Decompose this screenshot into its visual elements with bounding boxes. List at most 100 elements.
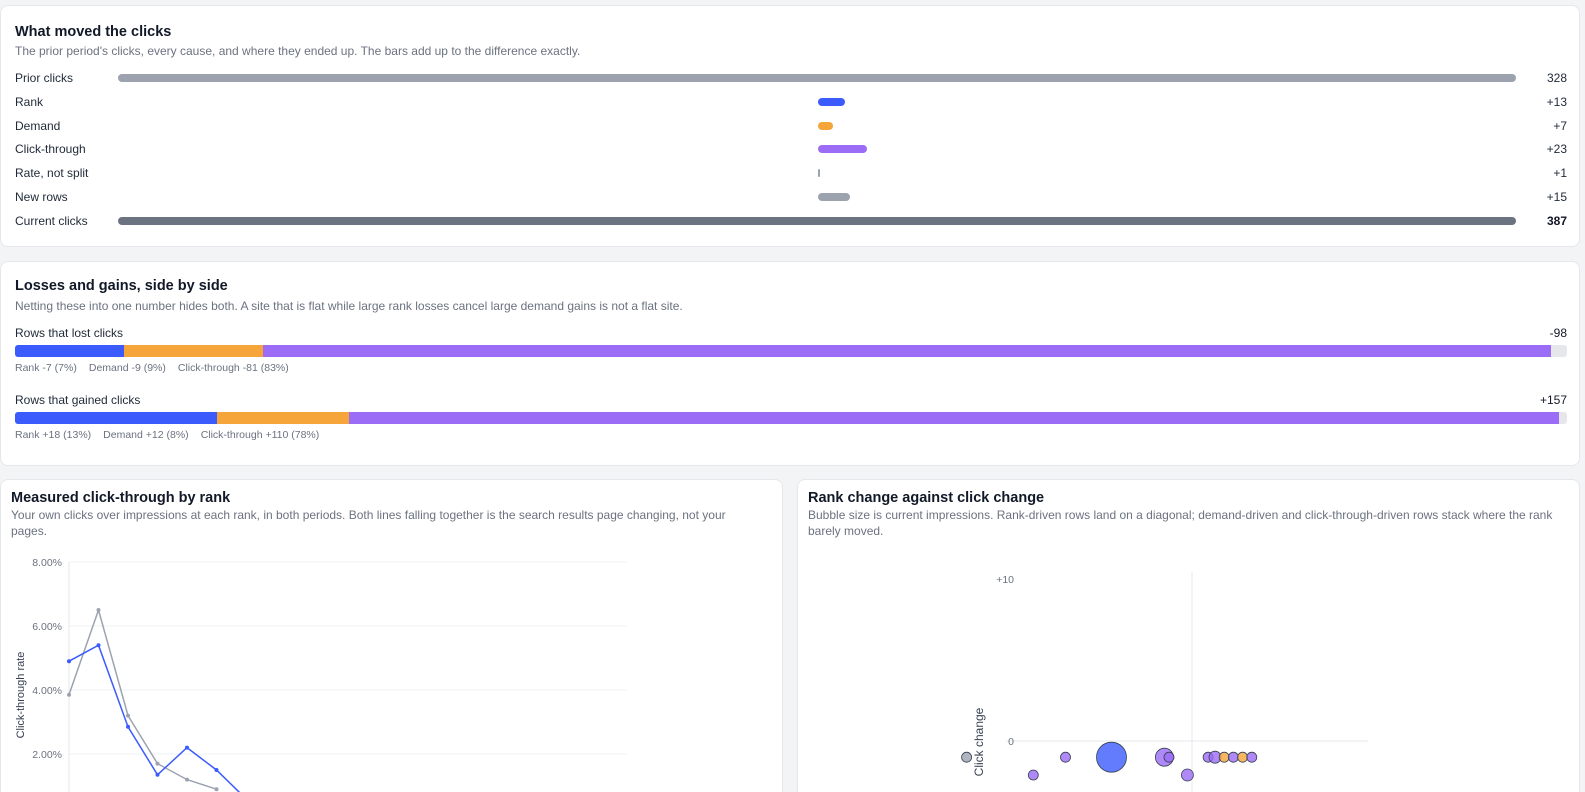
legend-item-demand: Demand -9 (9%): [88, 362, 166, 374]
waterfall-row-label: Prior clicks: [15, 71, 74, 85]
waterfall-row-label: Rank: [15, 94, 44, 109]
gained-clicks-block: Rows that gained clicks +157 Rank +18 (13%…: [15, 392, 1567, 442]
ctr-point: [155, 772, 160, 777]
waterfall-row-track: [118, 169, 1516, 178]
waterfall-row-value: 328: [1546, 71, 1567, 85]
waterfall-bar: [818, 97, 846, 106]
ctr-point: [214, 787, 219, 792]
bubble-point: [1096, 741, 1127, 773]
waterfall-row-current-clicks: Current clicks 387: [15, 213, 1567, 229]
bubble-point: [1027, 769, 1039, 781]
stacked-bar-header: Rows that gained clicks +157: [15, 392, 1567, 408]
waterfall-row-value: 387: [1546, 213, 1567, 228]
bubble-scatter-chart: +10 0 Click change: [961, 572, 1368, 792]
stacked-segment-rank: [15, 412, 217, 424]
ctr-point: [67, 659, 71, 664]
ctr-point: [185, 777, 189, 782]
waterfall-row-label: Rate, not split: [15, 166, 89, 181]
waterfall-row-track: [118, 121, 1516, 130]
waterfall-row-value: +7: [1553, 118, 1567, 133]
stacked-bar-total: -98: [1549, 326, 1567, 340]
waterfall-row-rank: Rank +13: [15, 94, 1567, 110]
ctr-y-tick-label: 2.00%: [32, 749, 62, 761]
waterfall-row-demand: Demand +7: [15, 118, 1567, 134]
waterfall-row-value: +13: [1546, 94, 1567, 109]
stacked-bar-legend: Rank -7 (7%) Demand -9 (9%) Click-through …: [15, 362, 1567, 375]
waterfall-row-track: [118, 97, 1516, 106]
ctr-point: [214, 768, 219, 772]
waterfall-row-label: Current clicks: [15, 213, 88, 228]
stacked-bar-header: Rows that lost clicks -98: [15, 325, 1567, 341]
waterfall-row-value: +23: [1546, 142, 1567, 157]
bubble-point: [1163, 751, 1175, 763]
stacked-bar: [15, 345, 1567, 357]
ctr-y-tick-label: 8.00%: [32, 557, 62, 569]
stacked-segment-demand: [216, 412, 349, 424]
waterfall-row-label: Demand: [15, 118, 61, 133]
bubble-y-tick-label: 0: [1008, 736, 1014, 748]
ctr-point: [67, 692, 71, 697]
bubble-point: [1218, 751, 1230, 763]
ctr-y-tick-label: 4.00%: [32, 685, 62, 697]
bubble-point: [1227, 751, 1239, 763]
stacked-bar-legend: Rank +18 (13%) Demand +12 (8%) Click-throu…: [15, 429, 1567, 442]
waterfall-bar: [818, 145, 867, 154]
waterfall-bar: [818, 121, 833, 130]
waterfall-row-value: +1: [1553, 166, 1567, 181]
ctr-point: [155, 761, 160, 766]
waterfall-title: What moved the clicks: [15, 24, 172, 40]
stacked-bar: [15, 412, 1567, 424]
ctr-point: [96, 643, 101, 648]
stacked-segment-demand: [123, 345, 264, 357]
ctr-y-tick-label: 6.00%: [32, 621, 62, 633]
waterfall-row-track: [118, 216, 1516, 225]
waterfall-bar: [818, 193, 850, 201]
ctr-point: [96, 608, 101, 612]
losses-gains-subtitle: Netting these into one number hides both…: [15, 299, 683, 313]
stacked-bar-label: Rows that gained clicks: [15, 393, 141, 407]
bubble-point: [961, 751, 973, 763]
stacked-bar-total: +157: [1539, 393, 1567, 407]
waterfall-row-click-through: Click-through +23: [15, 141, 1567, 157]
waterfall-row-track: [118, 193, 1516, 201]
waterfall-row-track: [118, 145, 1516, 154]
ctr-point: [126, 713, 130, 718]
legend-item-click-through: Click-through +110 (78%): [200, 429, 320, 441]
ctr-y-axis-label: Click-through rate: [15, 652, 27, 739]
waterfall-row-new-rows: New rows +15: [15, 189, 1567, 205]
waterfall-bar: [118, 216, 1516, 225]
lost-clicks-block: Rows that lost clicks -98 Rank -7 (7%) Dema…: [15, 325, 1567, 375]
legend-item-demand: Demand +12 (8%): [103, 429, 189, 441]
waterfall-row-rate-not-split: Rate, not split +1: [15, 165, 1567, 181]
ctr-series-line-1: [68, 644, 241, 792]
waterfall-row-label: Click-through: [15, 142, 86, 157]
waterfall-row-prior-clicks: Prior clicks 328: [15, 70, 1567, 86]
stacked-segment-click-through: [263, 345, 1552, 357]
ctr-chart-card: Measured click-through by rank Your own …: [0, 479, 783, 792]
bubble-point: [1237, 751, 1249, 763]
bubble-y-axis-label: Click change: [972, 707, 986, 776]
ctr-line-chart: 8.00% 6.00% 4.00% 2.00% Click-through rate: [15, 557, 627, 792]
bubble-y-tick-label: +10: [996, 574, 1014, 586]
waterfall-bar: [818, 169, 821, 178]
waterfall-subtitle: The prior period's clicks, every cause, …: [15, 44, 581, 58]
stacked-bar-label: Rows that lost clicks: [15, 326, 124, 340]
waterfall-row-track: [118, 74, 1516, 82]
bubble-chart-card: Rank change against click change Bubble …: [797, 479, 1580, 792]
legend-item-click-through: Click-through -81 (83%): [177, 362, 289, 374]
bubble-point: [1060, 751, 1071, 763]
legend-item-rank: Rank -7 (7%): [15, 362, 77, 374]
stacked-segment-rank: [15, 345, 124, 357]
stacked-segment-click-through: [348, 412, 1560, 424]
ctr-point: [185, 745, 189, 750]
bubble-point: [1180, 768, 1194, 782]
waterfall-row-label: New rows: [15, 190, 68, 204]
losses-gains-title: Losses and gains, side by side: [15, 278, 228, 294]
bubble-point: [1246, 751, 1258, 763]
ctr-series-line-0: [68, 607, 217, 790]
ctr-point: [126, 724, 130, 729]
waterfall-card: What moved the clicks The prior period's…: [0, 5, 1580, 247]
losses-gains-card: Losses and gains, side by side Netting t…: [0, 261, 1580, 466]
legend-item-rank: Rank +18 (13%): [15, 429, 92, 441]
waterfall-bar: [118, 74, 1516, 82]
